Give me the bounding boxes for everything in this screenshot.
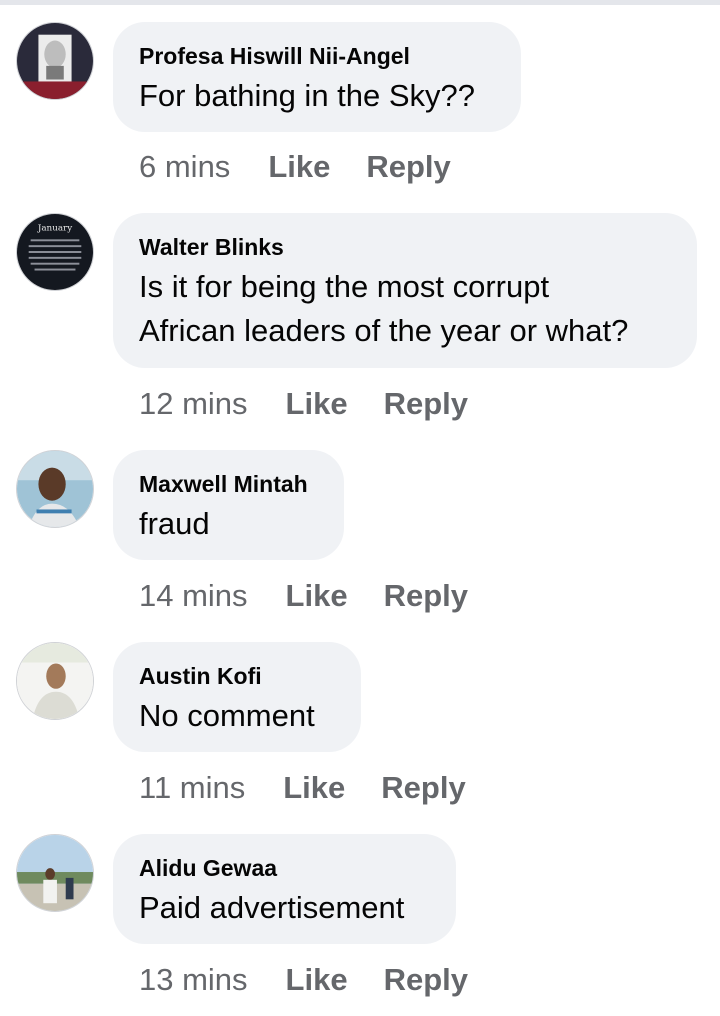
reply-button[interactable]: Reply [381, 770, 465, 805]
avatar[interactable]: January [16, 213, 94, 291]
comment-actions: 13 mins Like Reply [139, 960, 468, 1000]
comment-timestamp[interactable]: 11 mins [139, 770, 245, 805]
portrait-sketch-avatar-image [17, 23, 93, 99]
comment-text: No comment [139, 698, 315, 733]
reply-button[interactable]: Reply [384, 386, 468, 421]
top-divider [0, 0, 720, 5]
reply-button[interactable]: Reply [366, 149, 450, 184]
comment-author[interactable]: Profesa Hiswill Nii-Angel [139, 42, 495, 70]
avatar[interactable] [16, 450, 94, 528]
comment-author[interactable]: Austin Kofi [139, 662, 335, 690]
comment-actions: 12 mins Like Reply [139, 384, 468, 424]
comment-timestamp[interactable]: 14 mins [139, 578, 248, 613]
reply-button[interactable]: Reply [384, 578, 468, 613]
comment-author[interactable]: Walter Blinks [139, 233, 671, 261]
person-photo-avatar-image [17, 643, 93, 719]
comment-bubble: Alidu Gewaa Paid advertisement [113, 834, 456, 944]
like-button[interactable]: Like [283, 770, 345, 805]
comment-bubble: Walter Blinks Is it for being the most c… [113, 213, 697, 368]
reply-button[interactable]: Reply [384, 962, 468, 997]
comment-bubble: Maxwell Mintah fraud [113, 450, 344, 560]
like-button[interactable]: Like [268, 149, 330, 184]
january-text-avatar-image: January [17, 214, 93, 290]
comment-author[interactable]: Maxwell Mintah [139, 470, 318, 498]
selfie-photo-avatar-image [17, 451, 93, 527]
avatar[interactable] [16, 834, 94, 912]
comment-timestamp[interactable]: 12 mins [139, 386, 248, 421]
like-button[interactable]: Like [286, 578, 348, 613]
comment-timestamp[interactable]: 6 mins [139, 149, 230, 184]
comment-bubble: Austin Kofi No comment [113, 642, 361, 752]
comment-text: fraud [139, 506, 210, 541]
comment-actions: 6 mins Like Reply [139, 147, 451, 187]
avatar[interactable] [16, 642, 94, 720]
comment-author[interactable]: Alidu Gewaa [139, 854, 430, 882]
comment-timestamp[interactable]: 13 mins [139, 962, 248, 997]
like-button[interactable]: Like [286, 962, 348, 997]
comment-text: Paid advertisement [139, 890, 405, 925]
like-button[interactable]: Like [286, 386, 348, 421]
comment-text-line-1: Is it for being the most corrupt [139, 269, 550, 304]
comment-actions: 11 mins Like Reply [139, 768, 466, 808]
comment-text: For bathing in the Sky?? [139, 78, 476, 113]
avatar[interactable] [16, 22, 94, 100]
avatar-label: January [37, 224, 72, 234]
outdoor-photo-avatar-image [17, 835, 93, 911]
comment-actions: 14 mins Like Reply [139, 576, 468, 616]
comment-bubble: Profesa Hiswill Nii-Angel For bathing in… [113, 22, 521, 132]
comment-text-line-2: African leaders of the year or what? [139, 313, 629, 348]
